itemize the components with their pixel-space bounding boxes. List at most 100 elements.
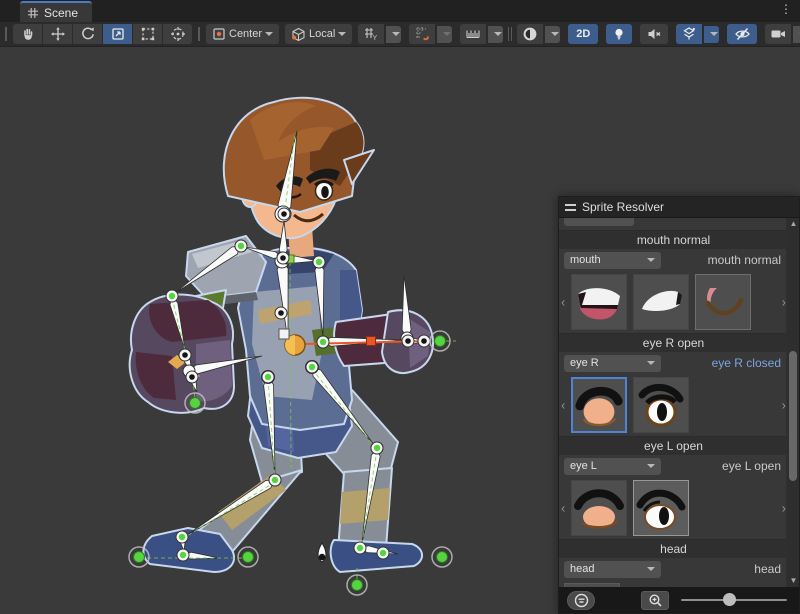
effects-toggle-button[interactable] <box>676 24 702 44</box>
hidden-objects-button[interactable] <box>727 24 757 44</box>
scroll-down-icon[interactable]: ▼ <box>787 575 799 587</box>
grid-axis-icon: Y <box>363 26 379 42</box>
toolbar-drag-handle[interactable] <box>5 27 7 41</box>
effects-dropdown[interactable] <box>704 26 719 43</box>
scale-tool-button[interactable] <box>103 24 132 44</box>
eye-l-thumbnails: ‹ › <box>559 477 788 539</box>
toolbar-right-cluster: Y 2D <box>358 24 800 44</box>
camera-button[interactable] <box>765 24 791 44</box>
orientation-label: Local <box>309 28 335 40</box>
sprite-resolver-panel: Sprite Resolver mouth normal mouth mouth… <box>558 196 800 614</box>
lighting-toggle-button[interactable] <box>606 24 632 44</box>
snap-dropdown-disabled[interactable] <box>437 26 452 43</box>
toolbar-drag-handle[interactable] <box>508 27 512 41</box>
transform-icon <box>170 26 186 42</box>
transform-tool-button[interactable] <box>163 24 192 44</box>
mouth-control-row: mouth mouth normal <box>559 249 788 271</box>
rect-tool-button[interactable] <box>133 24 162 44</box>
carousel-left-icon[interactable]: ‹ <box>561 502 565 515</box>
hand-tool-button[interactable] <box>13 24 42 44</box>
panel-scroll-content: mouth normal mouth mouth normal ‹ › eye … <box>559 218 788 587</box>
rotate-icon <box>80 26 96 42</box>
head-category-dropdown[interactable]: head <box>564 561 661 578</box>
move-icon <box>50 26 66 42</box>
carousel-left-icon[interactable]: ‹ <box>561 399 565 412</box>
zoom-button[interactable] <box>641 591 669 610</box>
pivot-mode-dropdown[interactable]: Center <box>206 24 279 44</box>
thumbnail-eye-l-open[interactable] <box>633 480 689 536</box>
eye-r-category-dropdown[interactable]: eye R <box>564 355 661 372</box>
scene-grid-icon <box>27 7 39 19</box>
slider-handle[interactable] <box>723 593 736 606</box>
head-value-label: head <box>667 562 783 576</box>
grid-visibility-button[interactable]: Y <box>358 24 384 44</box>
thumbnail-eye-l-closed[interactable] <box>571 480 627 536</box>
svg-text:Y: Y <box>373 35 378 42</box>
pivot-mode-label: Center <box>229 28 262 40</box>
panel-menu-icon[interactable] <box>565 204 576 211</box>
section-header-mouth: mouth normal <box>559 230 788 249</box>
thumbnail-mouth-smile[interactable] <box>695 274 751 330</box>
panel-header[interactable]: Sprite Resolver <box>559 197 799 218</box>
filter-button[interactable] <box>567 591 595 610</box>
panel-title: Sprite Resolver <box>582 200 664 214</box>
render-doodads-button[interactable] <box>517 24 543 44</box>
section-header-eye-l: eye L open <box>559 436 788 455</box>
render-doodads-dropdown[interactable] <box>545 26 560 43</box>
tab-label: Scene <box>44 6 78 20</box>
panel-body: mouth normal mouth mouth normal ‹ › eye … <box>559 218 799 613</box>
scroll-up-icon[interactable]: ▲ <box>787 218 799 230</box>
carousel-left-icon[interactable]: ‹ <box>561 296 565 309</box>
audio-toggle-button[interactable] <box>640 24 668 44</box>
rect-tool-icon <box>140 26 156 42</box>
thumbnail-zoom-slider[interactable] <box>681 590 791 610</box>
thumbnail-mouth-open[interactable] <box>571 274 627 330</box>
local-cube-icon <box>291 27 306 42</box>
move-tool-button[interactable] <box>43 24 72 44</box>
clipped-thumbnail-row <box>559 580 788 587</box>
scale-icon <box>110 26 126 42</box>
snap-magnet-icon <box>414 26 430 42</box>
panel-scrollbar[interactable]: ▲ ▼ <box>786 218 799 587</box>
eye-l-category-dropdown[interactable]: eye L <box>564 458 661 475</box>
magnifier-plus-icon <box>648 593 663 608</box>
eye-l-control-row: eye L eye L open <box>559 455 788 477</box>
2d-mode-button[interactable]: 2D <box>568 24 598 44</box>
thumbnail-eye-r-closed[interactable] <box>571 377 627 433</box>
increment-snap-button[interactable] <box>460 24 486 44</box>
panel-footer <box>559 587 799 613</box>
chevron-down-icon <box>265 32 273 36</box>
chevron-down-icon <box>338 32 346 36</box>
eye-r-value-link[interactable]: eye R closed <box>667 356 783 370</box>
audio-muted-icon <box>646 26 662 42</box>
scrollbar-thumb[interactable] <box>789 351 797 481</box>
scene-toolbar: Center Local Y 2D <box>0 22 800 47</box>
eye-slash-icon <box>734 26 751 42</box>
clipped-row <box>559 218 788 230</box>
eye-l-value-label: eye L open <box>667 459 783 473</box>
increment-snap-dropdown[interactable] <box>488 26 503 43</box>
tool-group <box>13 24 192 44</box>
orientation-dropdown[interactable]: Local <box>285 24 352 44</box>
2d-label: 2D <box>576 28 590 40</box>
section-header-head: head <box>559 539 788 558</box>
camera-icon <box>770 27 786 41</box>
clipped-dropdown[interactable] <box>564 218 634 226</box>
light-bulb-icon <box>612 27 626 41</box>
mouth-value-label: mouth normal <box>667 253 783 267</box>
snap-toggle-button[interactable] <box>409 24 435 44</box>
gizmo-circle-icon <box>522 26 538 42</box>
toolbar-drag-handle[interactable] <box>198 27 200 41</box>
kebab-menu-icon[interactable]: ⋮ <box>780 3 792 15</box>
rotate-tool-button[interactable] <box>73 24 102 44</box>
eye-r-control-row: eye R eye R closed <box>559 352 788 374</box>
tab-scene[interactable]: Scene <box>20 1 92 22</box>
thumbnail-mouth-closed[interactable] <box>633 274 689 330</box>
section-header-eye-r: eye R open <box>559 333 788 352</box>
thumbnail-eye-r-open[interactable] <box>633 377 689 433</box>
filter-icon <box>574 593 589 608</box>
effects-star-icon <box>681 26 697 42</box>
camera-dropdown[interactable] <box>793 26 800 43</box>
grid-visibility-dropdown[interactable] <box>386 26 401 43</box>
mouth-category-dropdown[interactable]: mouth <box>564 252 661 269</box>
